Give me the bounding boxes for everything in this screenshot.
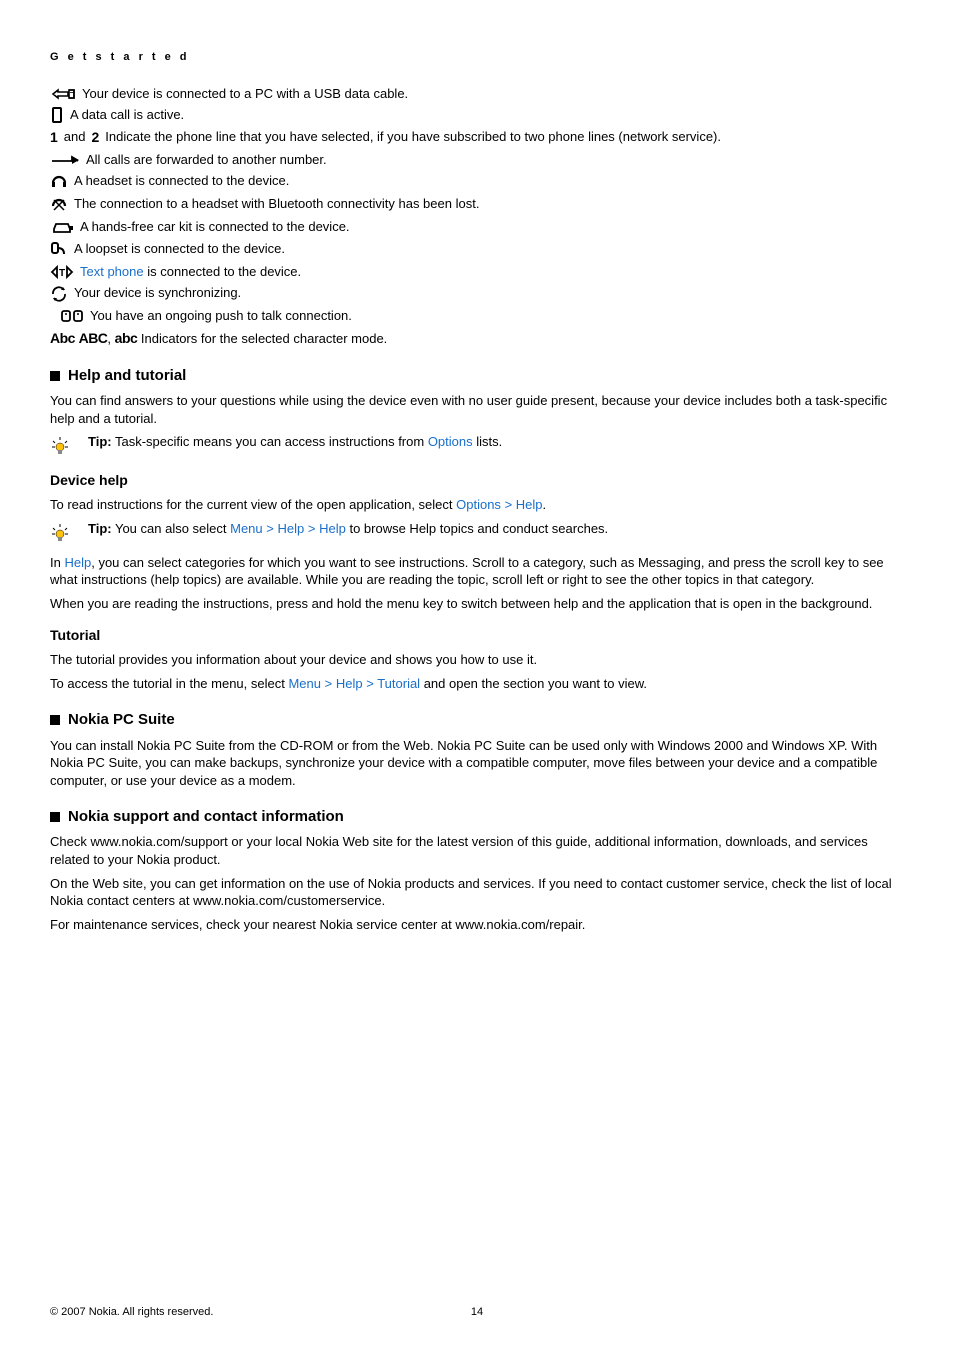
square-bullet-icon bbox=[50, 371, 60, 381]
tip-icon bbox=[50, 522, 70, 544]
indicator-ptt-text: You have an ongoing push to talk connect… bbox=[90, 307, 352, 325]
tip2-h2: Help bbox=[319, 521, 346, 536]
gt3: > bbox=[308, 521, 316, 536]
device-help-line1: To read instructions for the current vie… bbox=[50, 496, 904, 514]
indicator-sync: Your device is synchronizing. bbox=[50, 284, 904, 303]
indicator-text-phone: T Text phone is connected to the device. bbox=[50, 263, 904, 281]
dh-p2-link: Help bbox=[64, 555, 91, 570]
indicator-ptt: You have an ongoing push to talk connect… bbox=[60, 307, 904, 325]
heading-tutorial: Tutorial bbox=[50, 626, 904, 645]
tip2-d: to browse Help topics and conduct search… bbox=[346, 521, 608, 536]
indicator-car-kit: A hands-free car kit is connected to the… bbox=[50, 218, 904, 236]
svg-text:T: T bbox=[59, 268, 65, 279]
gt5: > bbox=[366, 676, 374, 691]
heading-help-tutorial: Help and tutorial bbox=[50, 366, 904, 386]
gt1: > bbox=[505, 497, 513, 512]
indicator-car-kit-text: A hands-free car kit is connected to the… bbox=[80, 218, 350, 236]
indicator-sync-text: Your device is synchronizing. bbox=[74, 284, 241, 302]
help-intro: You can find answers to your questions w… bbox=[50, 392, 904, 427]
indicator-text-phone-text: is connected to the device. bbox=[144, 264, 302, 279]
dh-l1a: To read instructions for the current vie… bbox=[50, 497, 456, 512]
tip2-a: You can also select bbox=[112, 521, 231, 536]
text-phone-icon: T bbox=[50, 264, 74, 280]
glyph-abc1: Abc bbox=[50, 330, 75, 346]
headset-icon bbox=[50, 173, 68, 191]
indicator-char-mode-text: Indicators for the selected character mo… bbox=[137, 331, 387, 346]
heading-pc-suite: Nokia PC Suite bbox=[50, 710, 904, 730]
usb-icon bbox=[50, 86, 76, 102]
heading-pc-suite-text: Nokia PC Suite bbox=[68, 710, 175, 730]
tutorial-p1: The tutorial provides you information ab… bbox=[50, 651, 904, 669]
square-bullet-icon bbox=[50, 715, 60, 725]
tip2-menu: Menu bbox=[230, 521, 263, 536]
support-p3: For maintenance services, check your nea… bbox=[50, 916, 904, 934]
tip1-c: lists. bbox=[473, 434, 503, 449]
indicator-usb: Your device is connected to a PC with a … bbox=[50, 85, 904, 103]
sync-icon bbox=[50, 285, 68, 303]
indicator-bt-lost-text: The connection to a headset with Bluetoo… bbox=[74, 195, 479, 213]
dh-dot: . bbox=[543, 497, 547, 512]
indicator-forward: All calls are forwarded to another numbe… bbox=[50, 151, 904, 169]
indicator-data-call: A data call is active. bbox=[50, 106, 904, 124]
indicator-phone-line: 1 and 2 Indicate the phone line that you… bbox=[50, 128, 904, 147]
indicator-phone-line-text: Indicate the phone line that you have se… bbox=[105, 128, 721, 146]
bt-lost-icon bbox=[50, 196, 68, 214]
heading-support-text: Nokia support and contact information bbox=[68, 807, 344, 827]
indicator-headset: A headset is connected to the device. bbox=[50, 172, 904, 191]
ptt-icon bbox=[60, 308, 84, 324]
glyph-abc2: ABC bbox=[79, 330, 108, 346]
tut-p2a: To access the tutorial in the menu, sele… bbox=[50, 676, 288, 691]
indicator-headset-text: A headset is connected to the device. bbox=[74, 172, 289, 190]
support-p1: Check www.nokia.com/support or your loca… bbox=[50, 833, 904, 868]
tut-p2b: and open the section you want to view. bbox=[420, 676, 647, 691]
data-call-icon bbox=[50, 107, 64, 123]
gt4: > bbox=[325, 676, 333, 691]
tip-icon bbox=[50, 435, 70, 457]
indicator-loopset-text: A loopset is connected to the device. bbox=[74, 240, 285, 258]
footer-page-number: 14 bbox=[471, 1305, 483, 1320]
dh-p2b: , you can select categories for which yo… bbox=[50, 555, 884, 588]
gt2: > bbox=[266, 521, 274, 536]
indicator-bt-lost: The connection to a headset with Bluetoo… bbox=[50, 195, 904, 214]
indicator-loopset: A loopset is connected to the device. bbox=[50, 240, 904, 259]
tut-help: Help bbox=[336, 676, 363, 691]
indicator-data-call-text: A data call is active. bbox=[70, 106, 184, 124]
tip-2: Tip: You can also select Menu > Help > H… bbox=[50, 520, 904, 544]
text-phone-link: Text phone bbox=[80, 264, 144, 279]
glyph-two: 2 bbox=[92, 128, 100, 147]
forward-icon bbox=[50, 152, 80, 164]
heading-support: Nokia support and contact information bbox=[50, 807, 904, 827]
heading-help-tutorial-text: Help and tutorial bbox=[68, 366, 186, 386]
tutorial-p2: To access the tutorial in the menu, sele… bbox=[50, 675, 904, 693]
tip-label-2: Tip: bbox=[88, 521, 112, 536]
device-help-p2: In Help, you can select categories for w… bbox=[50, 554, 904, 589]
dh-help: Help bbox=[516, 497, 543, 512]
tut-menu: Menu bbox=[288, 676, 321, 691]
support-p2: On the Web site, you can get information… bbox=[50, 875, 904, 910]
device-help-p3: When you are reading the instructions, p… bbox=[50, 595, 904, 613]
tip1-a: Task-specific means you can access instr… bbox=[112, 434, 428, 449]
indicator-phone-line-and: and bbox=[64, 128, 86, 146]
indicator-usb-text: Your device is connected to a PC with a … bbox=[82, 85, 408, 103]
tut-tutorial: Tutorial bbox=[377, 676, 420, 691]
glyph-abc3: abc bbox=[115, 330, 138, 346]
tip1-link: Options bbox=[428, 434, 473, 449]
footer: © 2007 Nokia. All rights reserved. 14 bbox=[50, 1305, 904, 1320]
dh-options: Options bbox=[456, 497, 501, 512]
dh-p2a: In bbox=[50, 555, 64, 570]
car-kit-icon bbox=[50, 219, 74, 235]
tip2-h1: Help bbox=[278, 521, 305, 536]
indicator-forward-text: All calls are forwarded to another numbe… bbox=[86, 151, 327, 169]
indicator-char-mode: Abc ABC, abc Indicators for the selected… bbox=[50, 329, 904, 348]
tip-label: Tip: bbox=[88, 434, 112, 449]
page-header: G e t s t a r t e d bbox=[50, 50, 904, 65]
tip-1: Tip: Task-specific means you can access … bbox=[50, 433, 904, 457]
loopset-icon bbox=[50, 241, 68, 259]
heading-device-help: Device help bbox=[50, 471, 904, 490]
square-bullet-icon bbox=[50, 812, 60, 822]
glyph-one: 1 bbox=[50, 128, 58, 147]
pc-suite-p1: You can install Nokia PC Suite from the … bbox=[50, 737, 904, 790]
